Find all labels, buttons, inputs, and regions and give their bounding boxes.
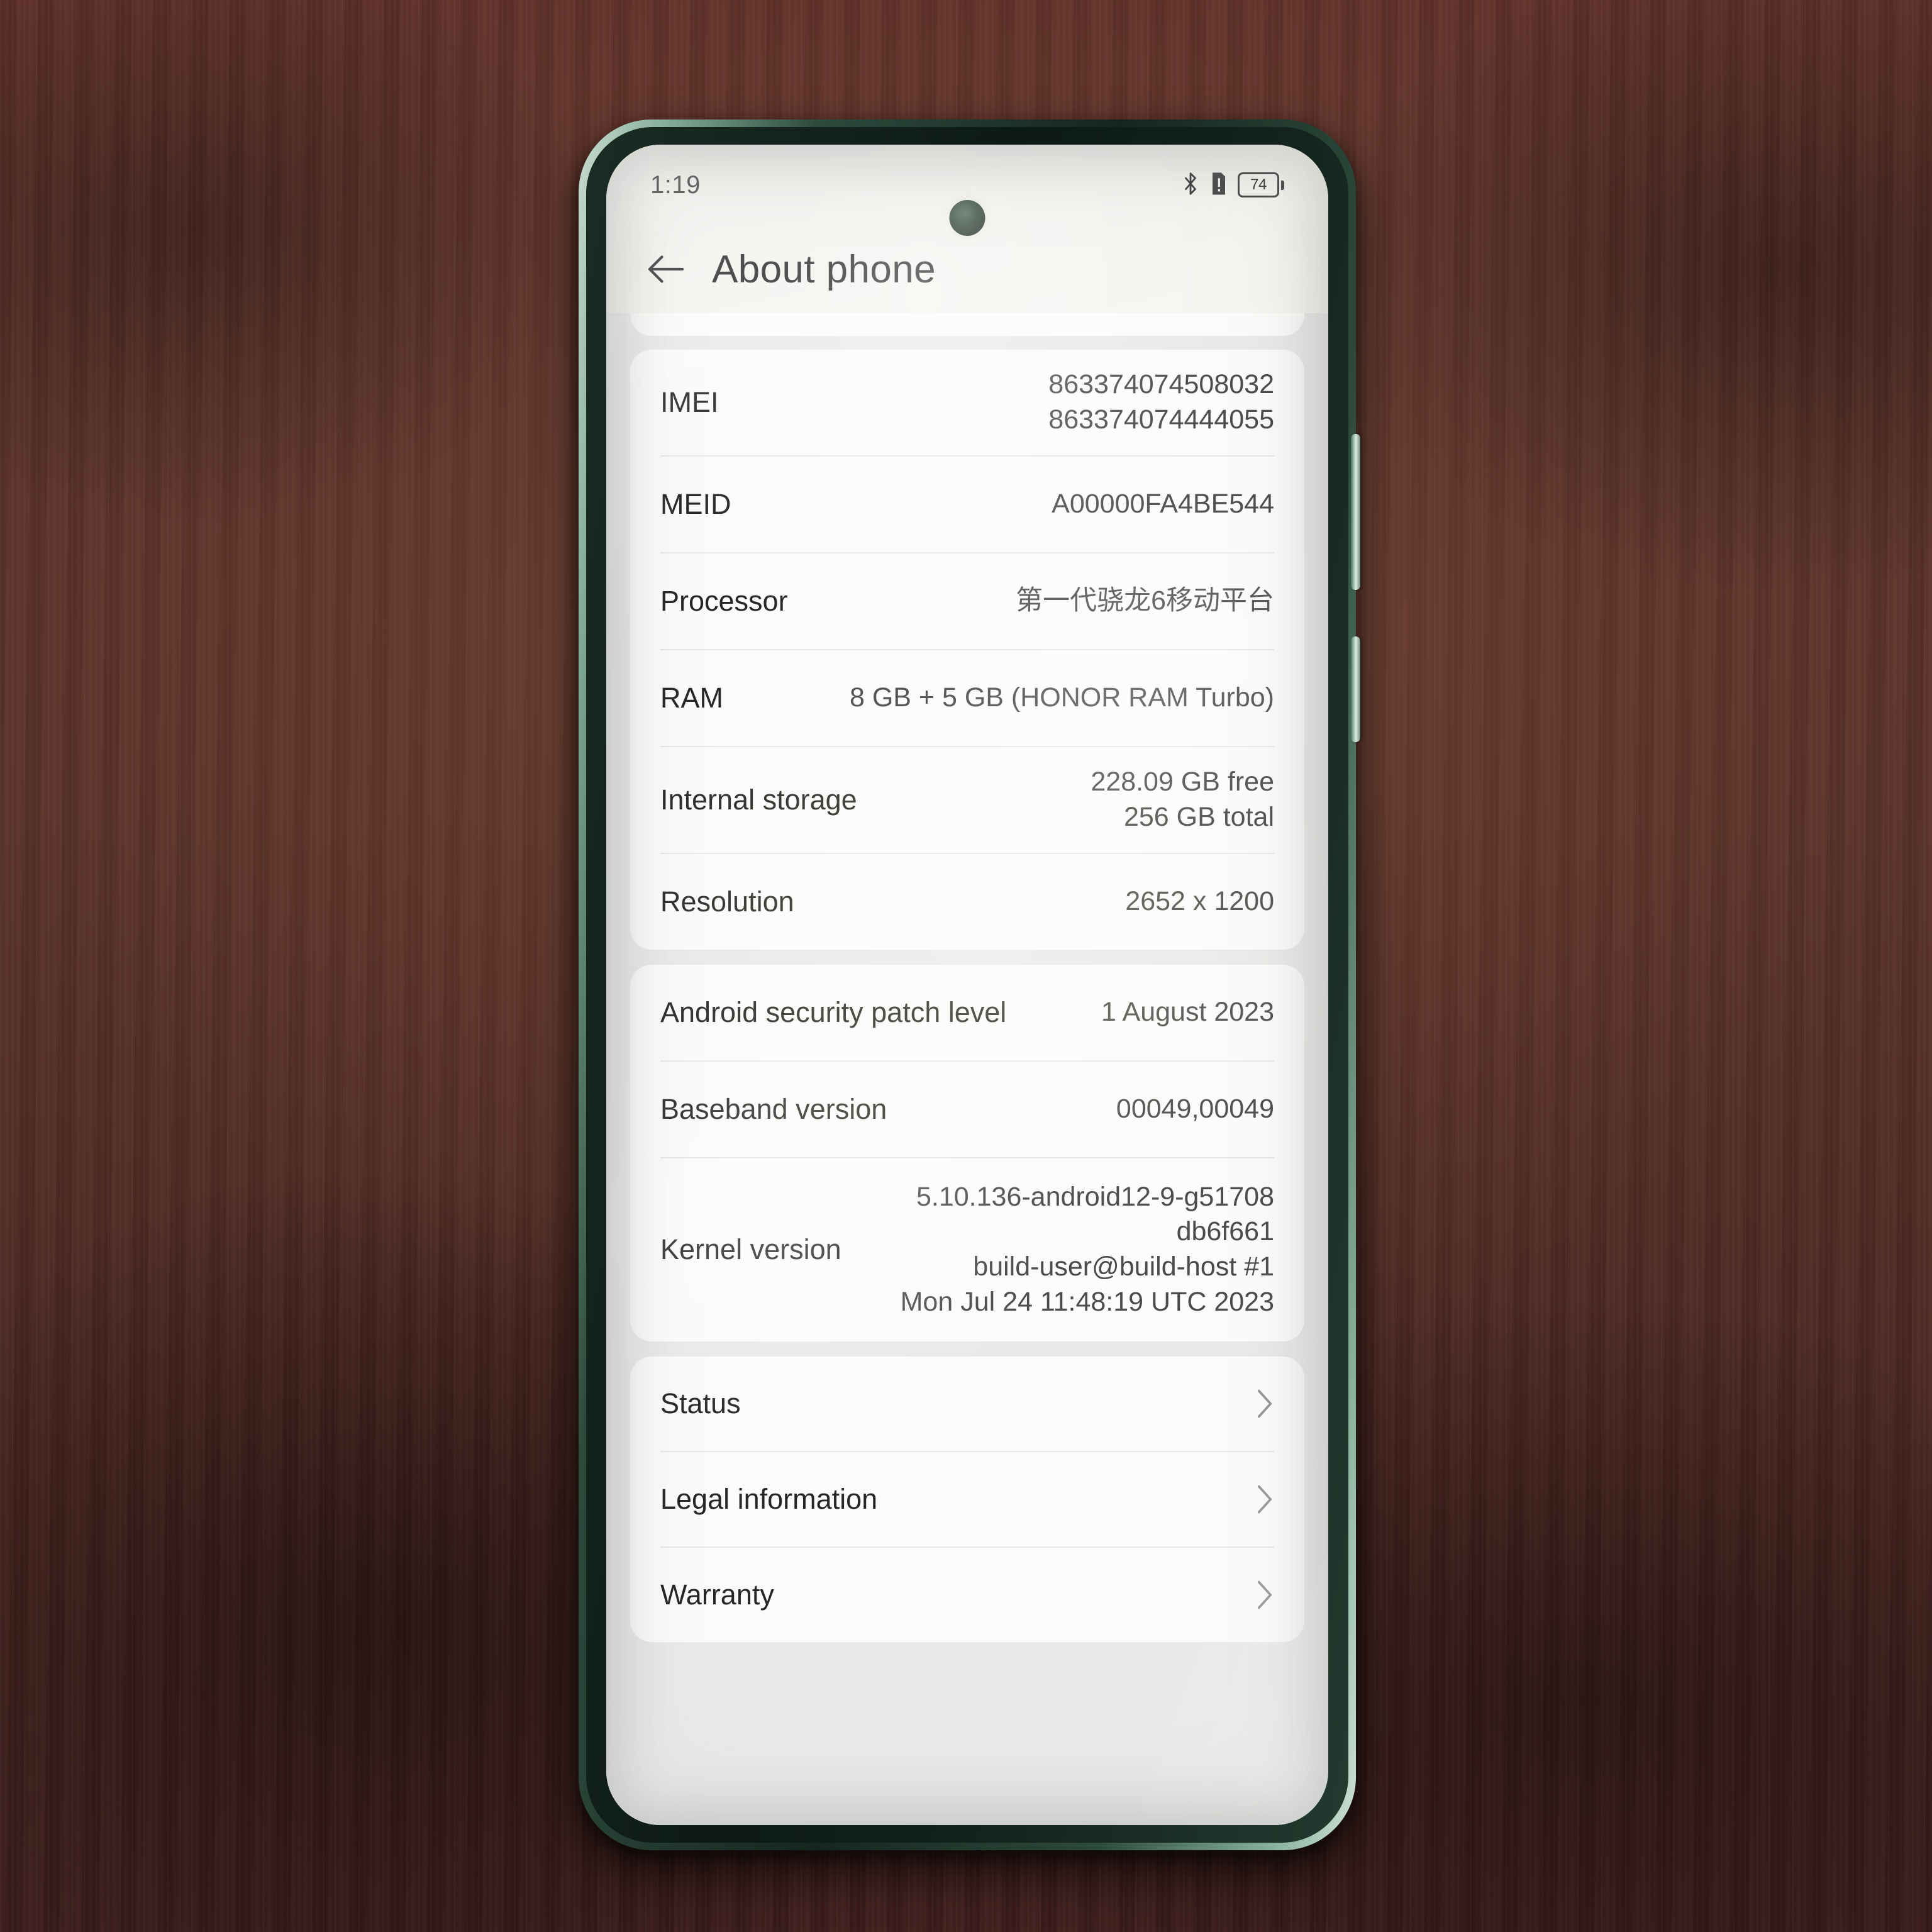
nav-item-warranty[interactable]: Warranty — [660, 1548, 1274, 1642]
value-line: 863374074508032 — [1048, 369, 1274, 399]
row-value: 863374074508032 863374074444055 — [735, 367, 1274, 438]
nav-item-label: Legal information — [660, 1483, 878, 1516]
nav-item-legal-information[interactable]: Legal information — [660, 1452, 1274, 1548]
row-value: 1 August 2023 — [1101, 996, 1274, 1027]
row-value: 8 GB + 5 GB (HONOR RAM Turbo) — [849, 682, 1274, 713]
status-bar-clock: 1:19 — [650, 170, 701, 199]
row-label: Kernel version — [660, 1233, 841, 1266]
chevron-right-icon — [1255, 1579, 1274, 1611]
value-line: 5.10.136-android12-9-g51708 — [916, 1181, 1274, 1212]
row-internal-storage[interactable]: Internal storage 228.09 GB free 256 GB t… — [660, 747, 1274, 854]
battery-icon: 74 — [1238, 172, 1284, 197]
row-meid[interactable]: MEID A00000FA4BE544 — [660, 457, 1274, 553]
value-line: Mon Jul 24 11:48:19 UTC 2023 — [900, 1287, 1274, 1318]
value-line: db6f661 — [1176, 1216, 1274, 1247]
settings-scroll-container[interactable]: IMEI 863374074508032 863374074444055 MEI… — [606, 313, 1328, 1825]
nav-item-label: Warranty — [660, 1579, 774, 1611]
status-bar-icons: 74 — [1181, 171, 1284, 199]
app-bar: About phone — [606, 225, 1328, 313]
value-line: 863374074444055 — [1048, 404, 1274, 435]
page-title: About phone — [712, 247, 936, 291]
row-value: 第一代骁龙6移动平台 — [1016, 585, 1274, 616]
row-security-patch[interactable]: Android security patch level 1 August 20… — [660, 965, 1274, 1062]
row-baseband-version[interactable]: Baseband version 00049,00049 — [660, 1062, 1274, 1158]
row-value: 228.09 GB free 256 GB total — [874, 765, 1274, 835]
value-line: 228.09 GB free — [1091, 766, 1274, 797]
links-card: Status Legal information Warranty — [630, 1357, 1304, 1643]
row-label: RAM — [660, 681, 723, 714]
sim-alert-icon — [1209, 171, 1228, 199]
back-arrow-icon[interactable] — [641, 245, 691, 294]
row-label: IMEI — [660, 386, 719, 418]
power-button[interactable] — [1351, 636, 1360, 742]
nav-item-label: Status — [660, 1387, 741, 1420]
value-line: build-user@build-host #1 — [973, 1252, 1274, 1282]
row-label: MEID — [660, 487, 731, 520]
chevron-right-icon — [1255, 1483, 1274, 1516]
row-imei[interactable]: IMEI 863374074508032 863374074444055 — [660, 350, 1274, 457]
chevron-right-icon — [1255, 1387, 1274, 1420]
battery-tip — [1281, 180, 1284, 190]
battery-level-text: 74 — [1238, 172, 1279, 197]
phone-device: 1:19 74 About phone IMEI 863374074508032… — [579, 119, 1360, 1850]
row-value: 00049,00049 — [1116, 1093, 1274, 1124]
row-label: Baseband version — [660, 1092, 887, 1125]
row-ram[interactable]: RAM 8 GB + 5 GB (HONOR RAM Turbo) — [660, 650, 1274, 747]
row-kernel-version[interactable]: Kernel version 5.10.136-android12-9-g517… — [660, 1158, 1274, 1342]
volume-button[interactable] — [1351, 434, 1360, 590]
row-processor[interactable]: Processor 第一代骁龙6移动平台 — [660, 553, 1274, 650]
bluetooth-icon — [1181, 171, 1200, 199]
software-info-card: Android security patch level 1 August 20… — [630, 964, 1304, 1342]
row-value: 2652 x 1200 — [1125, 886, 1274, 916]
device-info-card: IMEI 863374074508032 863374074444055 MEI… — [630, 350, 1304, 950]
row-label: Android security patch level — [660, 996, 1007, 1028]
phone-screen: 1:19 74 About phone IMEI 863374074508032… — [606, 145, 1328, 1825]
nav-item-status[interactable]: Status — [660, 1357, 1274, 1453]
row-label: Resolution — [660, 885, 794, 918]
row-resolution[interactable]: Resolution 2652 x 1200 — [660, 854, 1274, 950]
row-value: 5.10.136-android12-9-g51708 db6f661 buil… — [858, 1180, 1274, 1321]
previous-card-partial — [630, 313, 1304, 336]
row-label: Processor — [660, 584, 788, 617]
row-label: Internal storage — [660, 783, 857, 816]
row-value: A00000FA4BE544 — [1052, 488, 1274, 519]
value-line: 256 GB total — [1123, 801, 1274, 832]
